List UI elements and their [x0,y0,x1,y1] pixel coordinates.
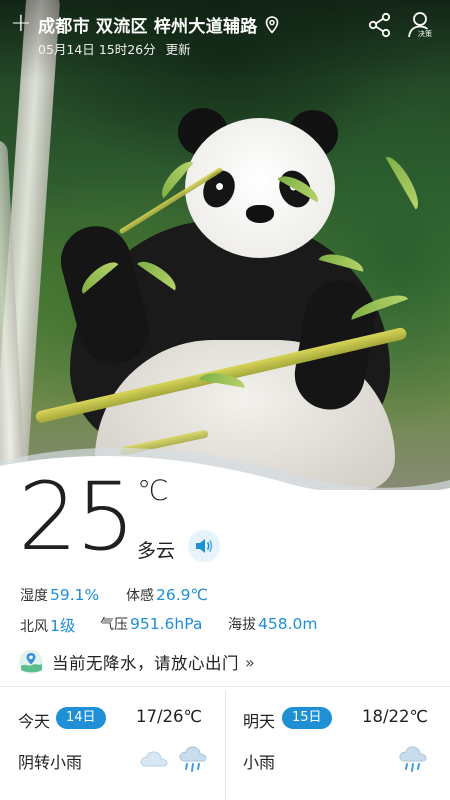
forecast-date-badge: 15日 [282,707,332,729]
humidity-value: 59.1% [50,586,100,604]
share-icon[interactable] [367,12,393,38]
location-selector[interactable]: 成都市 双流区 梓州大道辅路 [38,12,279,37]
altitude-row: 海拔 458.0m [228,614,317,634]
update-time: 05月14日 15时26分 更新 [38,39,191,58]
divider [225,690,226,800]
map-pin-icon [19,650,43,674]
background-photo [0,0,450,500]
location-district: 双流区 [95,17,148,37]
advice-text: 当前无降水，请放心出门 [52,654,239,673]
profile-tag: 决策 [418,30,432,38]
rain-cloud-icon [399,746,427,772]
forecast-day-label: 明天 [243,712,276,731]
header: + 成都市 双流区 梓州大道辅路 05月14日 15时26分 更新 决策 [0,0,450,70]
altitude-value: 458.0m [258,615,318,633]
forecast-day-label: 今天 [18,712,51,731]
update-date: 05月14日 [38,42,95,57]
voice-broadcast-button[interactable] [188,530,220,562]
add-city-button[interactable]: + [10,10,32,36]
current-temperature: 25 [18,463,136,572]
wind-level: 1级 [50,617,76,635]
location-pin-icon [265,15,278,34]
update-suffix: 更新 [165,42,191,57]
forecast-temp-range: 18/22℃ [362,707,429,726]
pressure-row: 气压 951.6hPa [100,614,202,634]
wind-direction: 北风 [20,619,48,635]
forecast-temp-range: 17/26℃ [136,707,203,726]
location-city: 成都市 [38,17,90,37]
pressure-label: 气压 [100,617,128,633]
divider [0,686,450,687]
temperature-unit: ℃ [137,474,169,507]
update-clock: 15时26分 [98,42,156,57]
feels-like-row: 体感 26.9℃ [126,585,208,605]
bamboo-leaf [385,152,425,210]
humidity-label: 湿度 [20,588,48,604]
rain-cloud-icon [179,746,207,772]
forecast-date-badge: 14日 [56,707,106,729]
wind-row: 北风 1级 [20,614,75,636]
location-street: 梓州大道辅路 [153,17,258,37]
panda-nose [246,205,274,223]
advice-arrow: » [245,652,255,672]
humidity-row: 湿度 59.1% [20,585,99,605]
forecast-condition: 小雨 [243,753,276,772]
cloud-icon [140,751,168,767]
precipitation-advice[interactable]: 当前无降水，请放心出门 » [18,648,255,676]
pressure-value: 951.6hPa [130,615,203,633]
current-condition: 多云 [137,540,176,562]
altitude-label: 海拔 [228,617,256,633]
speaker-icon [196,539,213,553]
feels-like-label: 体感 [126,588,154,604]
forecast-condition: 阴转小雨 [18,753,83,772]
feels-like-value: 26.9℃ [156,586,208,604]
